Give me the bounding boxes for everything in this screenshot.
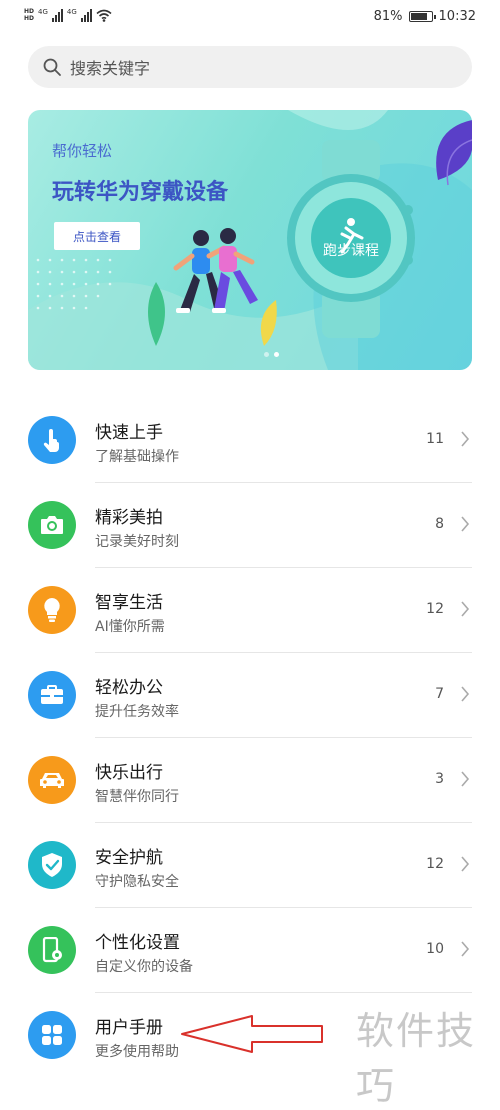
item-count: 3 [435,771,444,787]
list-item-security[interactable]: 安全护航 守护隐私安全 12 [0,823,500,908]
item-title: 用户手册 [95,1018,163,1038]
chevron-right-icon [461,941,470,957]
item-subtitle: 更多使用帮助 [95,1044,179,1060]
item-count: 11 [426,431,444,447]
list-item-personalization[interactable]: 个性化设置 自定义你的设备 10 [0,908,500,993]
chevron-right-icon [461,516,470,532]
grid-icon [28,1011,76,1059]
shield-check-icon [28,841,76,889]
briefcase-icon [28,671,76,719]
wifi-icon [96,9,112,22]
touch-hand-icon [28,416,76,464]
item-subtitle: 记录美好时刻 [95,534,179,550]
network-type-1: 4G [38,8,48,16]
item-subtitle: AI懂你所需 [95,619,165,635]
item-count: 10 [426,941,444,957]
search-icon [43,58,61,76]
banner-view-button[interactable]: 点击查看 [54,222,140,250]
watch-label: 跑步课程 [323,243,379,259]
banner-title: 玩转华为穿戴设备 [52,180,229,205]
item-subtitle: 智慧伴你同行 [95,789,179,805]
carousel-dot[interactable] [264,352,269,357]
item-subtitle: 守护隐私安全 [95,874,179,890]
hd-badge: HD HD [24,8,35,22]
network-type-2: 4G [66,8,77,16]
annotation-arrow-icon [181,1015,323,1053]
search-bar[interactable]: 搜索关键字 [28,46,472,88]
item-title: 智享生活 [95,593,163,613]
list-item-smart-life[interactable]: 智享生活 AI懂你所需 12 [0,568,500,653]
chevron-right-icon [461,431,470,447]
signal-group: HD HD 4G 4G [24,8,112,22]
status-bar: HD HD 4G 4G 81% 10:32 [0,0,500,36]
chevron-right-icon [461,856,470,872]
carousel-dot-active[interactable] [274,352,279,357]
item-subtitle: 了解基础操作 [95,449,179,465]
category-list: 快速上手 了解基础操作 11 精彩美拍 记录美好时刻 8 智享生活 AI懂你所需… [0,398,500,1078]
car-icon [28,756,76,804]
lightbulb-icon [28,586,76,634]
item-title: 安全护航 [95,848,163,868]
search-placeholder: 搜索关键字 [70,59,151,78]
banner-subtitle: 帮你轻松 [52,142,113,160]
battery-percent: 81% [373,9,403,24]
carousel-dots[interactable] [264,352,279,357]
battery-icon [408,11,436,22]
item-title: 精彩美拍 [95,508,163,528]
list-item-office[interactable]: 轻松办公 提升任务效率 7 [0,653,500,738]
item-count: 12 [426,856,444,872]
status-right: 81% 10:32 [374,9,476,24]
item-subtitle: 提升任务效率 [95,704,179,720]
clock: 10:32 [438,9,476,24]
item-subtitle: 自定义你的设备 [95,959,193,975]
item-count: 8 [435,516,444,532]
item-title: 个性化设置 [95,933,180,953]
list-item-travel[interactable]: 快乐出行 智慧伴你同行 3 [0,738,500,823]
item-title: 轻松办公 [95,678,163,698]
list-item-quick-start[interactable]: 快速上手 了解基础操作 11 [0,398,500,483]
item-title: 快速上手 [95,423,163,443]
camera-icon [28,501,76,549]
signal-bars-2-icon [80,8,92,22]
item-count: 12 [426,601,444,617]
promo-banner[interactable]: 帮你轻松 玩转华为穿戴设备 点击查看 跑步课程 [28,110,472,370]
item-title: 快乐出行 [95,763,163,783]
chevron-right-icon [461,771,470,787]
phone-settings-icon [28,926,76,974]
list-item-photography[interactable]: 精彩美拍 记录美好时刻 8 [0,483,500,568]
chevron-right-icon [461,686,470,702]
chevron-right-icon [461,601,470,617]
signal-bars-1-icon [51,8,63,22]
item-count: 7 [435,686,444,702]
runners-illustration [173,228,258,313]
watermark: 软件技巧 [356,1009,477,1108]
